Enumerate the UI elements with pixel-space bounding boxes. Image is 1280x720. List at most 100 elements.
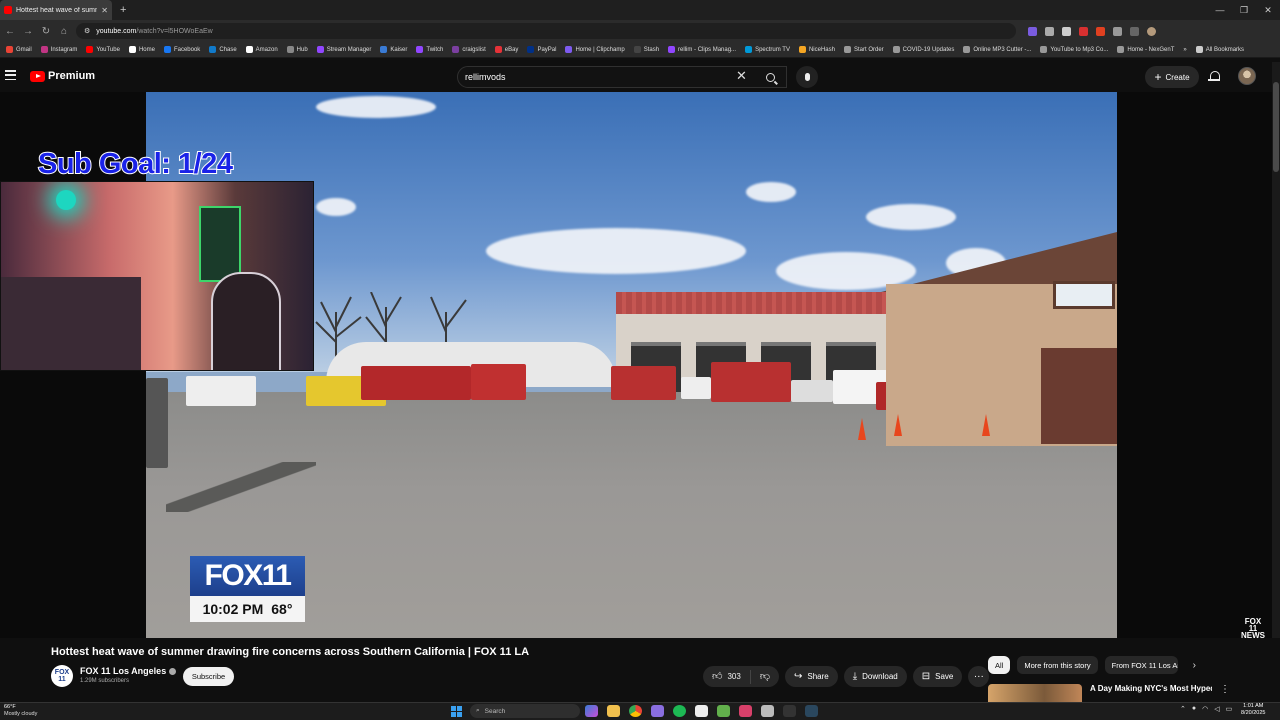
create-button[interactable]: + Create: [1145, 66, 1199, 88]
taskbar-search[interactable]: ⌕ Search: [470, 704, 580, 718]
subscribe-button[interactable]: Subscribe: [183, 667, 234, 686]
youtube-premium-logo[interactable]: Premium: [30, 70, 95, 82]
bookmarks-overflow-button[interactable]: »: [1183, 47, 1186, 53]
bookmark-item[interactable]: Amazon: [245, 46, 278, 53]
chrome-icon[interactable]: [629, 705, 642, 717]
mic-icon[interactable]: ●: [1192, 705, 1196, 713]
weather-widget[interactable]: 66°F Mostly cloudy: [4, 704, 37, 718]
battery-icon[interactable]: ▭: [1226, 705, 1233, 713]
close-icon[interactable]: ✕: [736, 68, 747, 84]
chip-from-channel[interactable]: From FOX 11 Los An: [1104, 656, 1178, 674]
bookmark-item[interactable]: Kaiser: [380, 46, 407, 53]
minimize-icon[interactable]: —: [1208, 0, 1232, 20]
page-scrollbar[interactable]: [1272, 62, 1280, 702]
save-button[interactable]: ⊟ Save: [912, 666, 963, 687]
bell-icon[interactable]: [1208, 70, 1220, 82]
chip-all[interactable]: All: [988, 656, 1011, 674]
bookmark-item[interactable]: Facebook: [163, 46, 200, 53]
cloud: [316, 198, 356, 216]
bookmark-item[interactable]: YouTube to Mp3 Co...: [1040, 46, 1108, 53]
volume-icon[interactable]: ◁: [1214, 705, 1219, 713]
bookmark-item[interactable]: Hub: [286, 46, 308, 53]
bookmark-item[interactable]: Home | Clipchamp: [565, 46, 625, 53]
bookmark-item[interactable]: Home: [128, 46, 155, 53]
nicehash-icon: [798, 46, 806, 53]
forward-icon[interactable]: →: [22, 26, 34, 37]
extension-icon[interactable]: [1113, 26, 1122, 36]
bookmark-item[interactable]: Home - NexGenT: [1117, 46, 1174, 53]
extension-icon[interactable]: [1079, 26, 1088, 36]
bookmark-item[interactable]: Online MP3 Cutter -...: [963, 46, 1031, 53]
bookmark-item[interactable]: COVID-19 Updates: [892, 46, 954, 53]
hamburger-icon[interactable]: [5, 70, 16, 80]
recommended-thumbnail[interactable]: [988, 684, 1082, 702]
reload-icon[interactable]: ↻: [40, 26, 52, 37]
app-icon[interactable]: [695, 705, 708, 717]
chevron-up-icon[interactable]: ⌃: [1180, 705, 1186, 713]
bookmark-item[interactable]: rellim - Clips Manag...: [668, 46, 736, 53]
like-button[interactable]: 👍︎ 303: [703, 669, 751, 684]
kebab-menu-icon[interactable]: ⋮: [1220, 684, 1230, 702]
window-close-icon[interactable]: ✕: [1256, 0, 1280, 20]
maximize-icon[interactable]: ❐: [1232, 0, 1256, 20]
channel-avatar[interactable]: FOX 11: [51, 665, 73, 687]
recommended-video[interactable]: A Day Making NYC's Most Hyped Pizza | On…: [988, 684, 1230, 702]
globe-icon: [1117, 46, 1125, 53]
bookmark-item[interactable]: Stash: [633, 46, 659, 53]
site-info-icon[interactable]: ⚙: [84, 27, 90, 35]
chip-more-from-story[interactable]: More from this story: [1017, 656, 1098, 674]
app-icon[interactable]: [761, 705, 774, 717]
profile-icon[interactable]: [1147, 26, 1156, 36]
search-icon: [765, 72, 775, 82]
bookmark-item[interactable]: craigslist: [452, 46, 486, 53]
extension-icon[interactable]: [1028, 26, 1037, 36]
home-icon[interactable]: ⌂: [58, 26, 70, 37]
app-icon[interactable]: [651, 705, 664, 717]
facebook-icon: [163, 46, 171, 53]
app-icon[interactable]: [717, 705, 730, 717]
all-bookmarks-button[interactable]: All Bookmarks: [1195, 46, 1244, 53]
url-bar[interactable]: ⚙ youtube.com/watch?v=l5HOWoEaEw: [76, 23, 1016, 39]
bookmark-item[interactable]: Instagram: [40, 46, 77, 53]
bookmark-item[interactable]: Stream Manager: [316, 46, 371, 53]
extension-icon[interactable]: [1045, 26, 1054, 36]
more-actions-button[interactable]: ···: [968, 666, 990, 687]
extension-icon[interactable]: [1096, 26, 1105, 36]
bookmark-item[interactable]: NiceHash: [798, 46, 835, 53]
steam-icon[interactable]: [805, 705, 818, 717]
bookmark-item[interactable]: Spectrum TV: [745, 46, 790, 53]
avatar[interactable]: [1238, 67, 1256, 85]
terminal-icon[interactable]: [783, 705, 796, 717]
voice-search-button[interactable]: [796, 66, 818, 88]
extension-icon[interactable]: [1130, 26, 1139, 36]
recommended-title[interactable]: A Day Making NYC's Most Hyped Pizza | On…: [1090, 684, 1212, 702]
bookmark-item[interactable]: PayPal: [527, 46, 556, 53]
download-button[interactable]: ⤓ Download: [843, 666, 907, 687]
channel-name[interactable]: FOX 11 Los Angeles: [80, 666, 177, 676]
globe-icon: [1040, 46, 1048, 53]
wifi-icon[interactable]: ◠: [1202, 705, 1208, 713]
bookmark-item[interactable]: YouTube: [86, 46, 120, 53]
new-tab-button[interactable]: +: [120, 4, 126, 16]
spotify-icon[interactable]: [673, 705, 686, 717]
bookmark-item[interactable]: Start Order: [843, 46, 884, 53]
taskbar-clock[interactable]: 1:01 AM 8/20/2025: [1241, 703, 1265, 717]
bookmark-item[interactable]: Chase: [209, 46, 237, 53]
extension-icon[interactable]: [1062, 26, 1071, 36]
bookmark-item[interactable]: Gmail: [6, 46, 32, 53]
scrollbar-thumb[interactable]: [1273, 82, 1279, 172]
search-button[interactable]: [756, 66, 784, 88]
browser-tab[interactable]: Hottest heat wave of summ ✕: [0, 0, 112, 20]
dislike-button[interactable]: 👎︎: [751, 671, 779, 682]
windows-start-icon[interactable]: [451, 706, 462, 717]
copilot-icon[interactable]: [585, 705, 598, 717]
app-icon[interactable]: [739, 705, 752, 717]
bookmark-item[interactable]: eBay: [494, 46, 518, 53]
file-explorer-icon[interactable]: [607, 705, 620, 717]
chevron-right-icon[interactable]: ›: [1193, 660, 1196, 671]
back-icon[interactable]: ←: [4, 26, 16, 37]
tab-close-icon[interactable]: ✕: [101, 6, 108, 15]
related-filter-chips: All More from this story From FOX 11 Los…: [988, 656, 1196, 674]
share-button[interactable]: ↪ Share: [784, 666, 838, 687]
bookmark-item[interactable]: Twitch: [416, 46, 443, 53]
